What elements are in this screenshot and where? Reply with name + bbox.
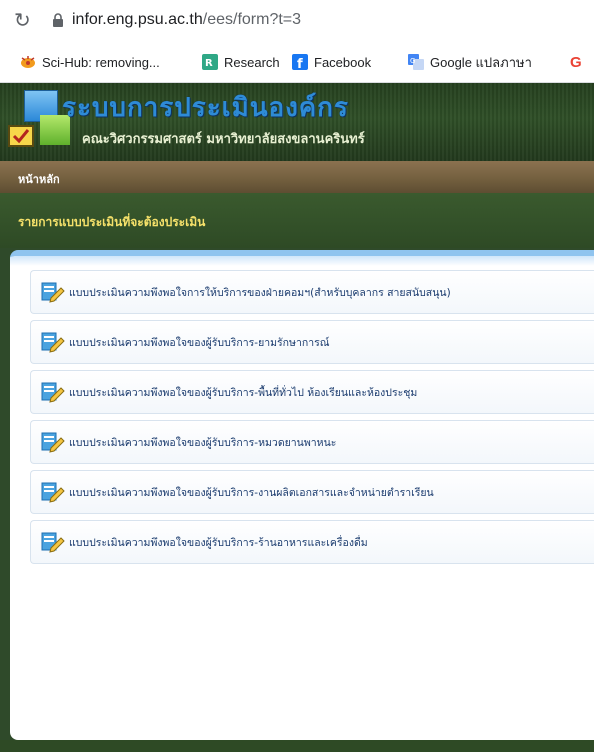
scihub-icon <box>20 54 36 70</box>
form-list-item[interactable]: แบบประเมินความพึงพอใจของผู้รับบริการ-ร้า… <box>30 520 594 564</box>
form-list-item[interactable]: แบบประเมินความพึงพอใจการให้บริการของฝ่าย… <box>30 270 594 314</box>
bookmark-google[interactable]: G <box>570 52 582 72</box>
site-header: ระบบการประเมินองค์กร คณะวิศวกรรมศาสตร์ ม… <box>0 83 594 161</box>
form-link[interactable]: แบบประเมินความพึงพอใจการให้บริการของฝ่าย… <box>69 284 451 301</box>
form-link[interactable]: แบบประเมินความพึงพอใจของผู้รับบริการ-ร้า… <box>69 534 368 551</box>
bookmark-scihub[interactable]: Sci-Hub: removing... <box>20 52 160 72</box>
url-field[interactable]: infor.eng.psu.ac.th/ees/form?t=3 <box>72 10 301 30</box>
section-header: รายการแบบประเมินที่จะต้องประเมิน <box>0 193 594 248</box>
researchgate-icon: R <box>202 54 218 70</box>
edit-form-icon <box>41 481 65 503</box>
site-title: ระบบการประเมินองค์กร <box>62 93 349 123</box>
bookmark-google-translate[interactable]: G Google แปลภาษา <box>408 52 532 72</box>
section-title: รายการแบบประเมินที่จะต้องประเมิน <box>18 215 206 229</box>
edit-form-icon <box>41 381 65 403</box>
google-translate-icon: G <box>408 54 424 70</box>
bookmark-label: Research <box>224 54 280 70</box>
form-list-item[interactable]: แบบประเมินความพึงพอใจของผู้รับบริการ-งาน… <box>30 470 594 514</box>
site-subtitle: คณะวิศวกรรมศาสตร์ มหาวิทยาลัยสงขลานครินท… <box>82 132 365 147</box>
form-list-item[interactable]: แบบประเมินความพึงพอใจของผู้รับบริการ-หมว… <box>30 420 594 464</box>
bookmark-label: Facebook <box>314 54 372 70</box>
edit-form-icon <box>41 431 65 453</box>
form-link[interactable]: แบบประเมินความพึงพอใจของผู้รับบริการ-พื้… <box>69 384 417 401</box>
footer-strip <box>0 740 594 752</box>
form-link[interactable]: แบบประเมินความพึงพอใจของผู้รับบริการ-งาน… <box>69 484 434 501</box>
form-link[interactable]: แบบประเมินความพึงพอใจของผู้รับบริการ-หมว… <box>69 434 336 451</box>
nav-home-link[interactable]: หน้าหลัก <box>18 170 60 188</box>
edit-form-icon <box>41 331 65 353</box>
bookmark-research[interactable]: R Research <box>202 52 280 72</box>
bookmark-label: Google แปลภาษา <box>430 54 532 70</box>
svg-text:R: R <box>205 58 213 69</box>
edit-form-icon <box>41 531 65 553</box>
nav-bar: หน้าหลัก <box>0 161 594 194</box>
url-host: infor.eng.psu.ac.th <box>72 11 203 28</box>
form-list: แบบประเมินความพึงพอใจการให้บริการของฝ่าย… <box>30 270 594 570</box>
logo-checkbox-icon <box>8 125 34 147</box>
form-list-item[interactable]: แบบประเมินความพึงพอใจของผู้รับบริการ-ยาม… <box>30 320 594 364</box>
form-list-item[interactable]: แบบประเมินความพึงพอใจของผู้รับบริการ-พื้… <box>30 370 594 414</box>
edit-form-icon <box>41 281 65 303</box>
google-icon: G <box>570 53 582 71</box>
bookmark-label: Sci-Hub: removing... <box>42 54 160 70</box>
browser-address-bar: ↻ infor.eng.psu.ac.th/ees/form?t=3 <box>0 0 594 40</box>
facebook-icon: f <box>292 54 308 72</box>
url-path: /ees/form?t=3 <box>202 11 302 28</box>
svg-text:G: G <box>410 57 415 65</box>
svg-text:f: f <box>297 57 303 70</box>
bookmarks-bar: Sci-Hub: removing... R Research f Facebo… <box>0 40 594 83</box>
form-list-panel: แบบประเมินความพึงพอใจการให้บริการของฝ่าย… <box>10 250 594 740</box>
reload-icon[interactable]: ↻ <box>14 8 31 32</box>
lock-icon[interactable] <box>52 13 64 27</box>
form-link[interactable]: แบบประเมินความพึงพอใจของผู้รับบริการ-ยาม… <box>69 334 330 351</box>
bookmark-facebook[interactable]: f Facebook <box>292 52 371 72</box>
